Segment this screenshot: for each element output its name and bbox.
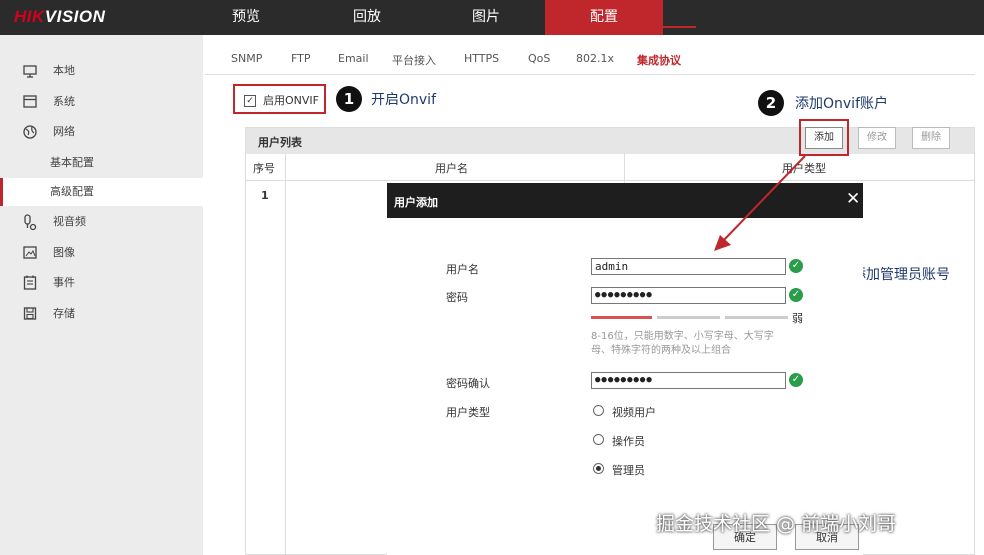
tab-qos[interactable]: QoS: [528, 52, 550, 65]
image-icon: [22, 239, 38, 267]
sidebar-item-network[interactable]: 网络: [0, 118, 203, 146]
nav-picture[interactable]: 图片: [427, 0, 545, 35]
sidebar-item-local[interactable]: 本地: [0, 57, 203, 85]
annotation-arrow: [714, 155, 806, 251]
column-index: 序号: [253, 162, 275, 175]
event-calendar-icon: [22, 269, 38, 297]
check-ok-icon: ✓: [789, 373, 803, 387]
table-divider: [285, 153, 286, 555]
username-input[interactable]: admin: [591, 258, 786, 275]
radio-label-operator: 操作员: [612, 435, 645, 448]
step-1-annotation: 开启Onvif: [371, 92, 436, 108]
user-table-header: 序号 用户名 用户类型: [245, 153, 975, 181]
password-label: 密码: [446, 291, 468, 304]
tab-ftp[interactable]: FTP: [291, 52, 311, 65]
sidebar-item-image[interactable]: 图像: [0, 239, 203, 267]
radio-administrator[interactable]: [593, 463, 604, 474]
password-strength-bar: [725, 316, 788, 319]
active-tab-indicator: [626, 26, 696, 28]
radio-video-user[interactable]: [593, 405, 604, 416]
table-row-index: 1: [261, 189, 269, 202]
watermark: 掘金技术社区 @ 前端小刘哥: [656, 513, 897, 535]
top-nav-bar: HIKVISION 预览 回放 图片 配置: [0, 0, 984, 35]
table-divider: [624, 153, 625, 183]
password-strength-bar: [657, 316, 720, 319]
password-strength-label: 弱: [792, 312, 803, 325]
confirm-password-label: 密码确认: [446, 377, 490, 390]
sidebar: 本地 系统 网络 基本配置 高级配置 视音频 图像 事件 存储: [0, 35, 203, 555]
password-input[interactable]: ●●●●●●●●●: [591, 287, 786, 304]
check-ok-icon: ✓: [789, 259, 803, 273]
column-username: 用户名: [435, 162, 468, 175]
sidebar-item-storage[interactable]: 存储: [0, 300, 203, 328]
username-label: 用户名: [446, 263, 479, 276]
tab-https[interactable]: HTTPS: [464, 52, 499, 65]
sidebar-subitem-advanced-config[interactable]: 高级配置: [0, 178, 203, 206]
tab-platform-access[interactable]: 平台接入: [392, 52, 436, 68]
confirm-password-input[interactable]: ●●●●●●●●●: [591, 372, 786, 389]
tab-8021x[interactable]: 802.1x: [576, 52, 614, 65]
nav-configuration[interactable]: 配置: [545, 0, 663, 35]
enable-onvif-checkbox[interactable]: ✓ 启用ONVIF: [233, 84, 326, 114]
system-icon: [22, 88, 38, 116]
config-tabs: SNMP FTP Email 平台接入 HTTPS QoS 802.1x 集成协…: [205, 46, 975, 75]
close-icon[interactable]: ✕: [846, 189, 860, 209]
step-2-annotation: 添加Onvif账户: [795, 96, 888, 112]
sidebar-item-system[interactable]: 系统: [0, 88, 203, 116]
storage-icon: [22, 300, 38, 328]
sidebar-subitem-basic-config[interactable]: 基本配置: [0, 149, 203, 177]
hikvision-logo: HIKVISION: [14, 7, 106, 26]
delete-user-button[interactable]: 删除: [912, 127, 950, 149]
radio-label-video-user: 视频用户: [612, 406, 656, 419]
nav-playback[interactable]: 回放: [308, 0, 426, 35]
tab-snmp[interactable]: SNMP: [231, 52, 262, 65]
radio-operator[interactable]: [593, 434, 604, 445]
checkbox-checked-icon: ✓: [244, 95, 256, 107]
tab-email[interactable]: Email: [338, 52, 369, 65]
tab-integration-protocol[interactable]: 集成协议: [637, 52, 681, 68]
monitor-icon: [22, 57, 38, 85]
radio-label-administrator: 管理员: [612, 464, 645, 477]
nav-preview[interactable]: 预览: [187, 0, 305, 35]
user-type-label: 用户类型: [446, 406, 490, 419]
add-user-button[interactable]: 添加: [805, 127, 843, 149]
network-globe-icon: [22, 118, 38, 146]
edit-user-button[interactable]: 修改: [858, 127, 896, 149]
check-ok-icon: ✓: [789, 288, 803, 302]
sidebar-item-event[interactable]: 事件: [0, 269, 203, 297]
password-strength-bar-weak: [591, 316, 652, 319]
sidebar-item-video-audio[interactable]: 视音频: [0, 208, 203, 236]
password-hint: 8-16位，只能用数字、小写字母、大写字母、特殊字符的两种及以上组合: [591, 331, 774, 356]
step-2-badge: 2: [758, 90, 784, 116]
video-audio-icon: [22, 208, 38, 236]
step-1-badge: 1: [336, 86, 362, 112]
